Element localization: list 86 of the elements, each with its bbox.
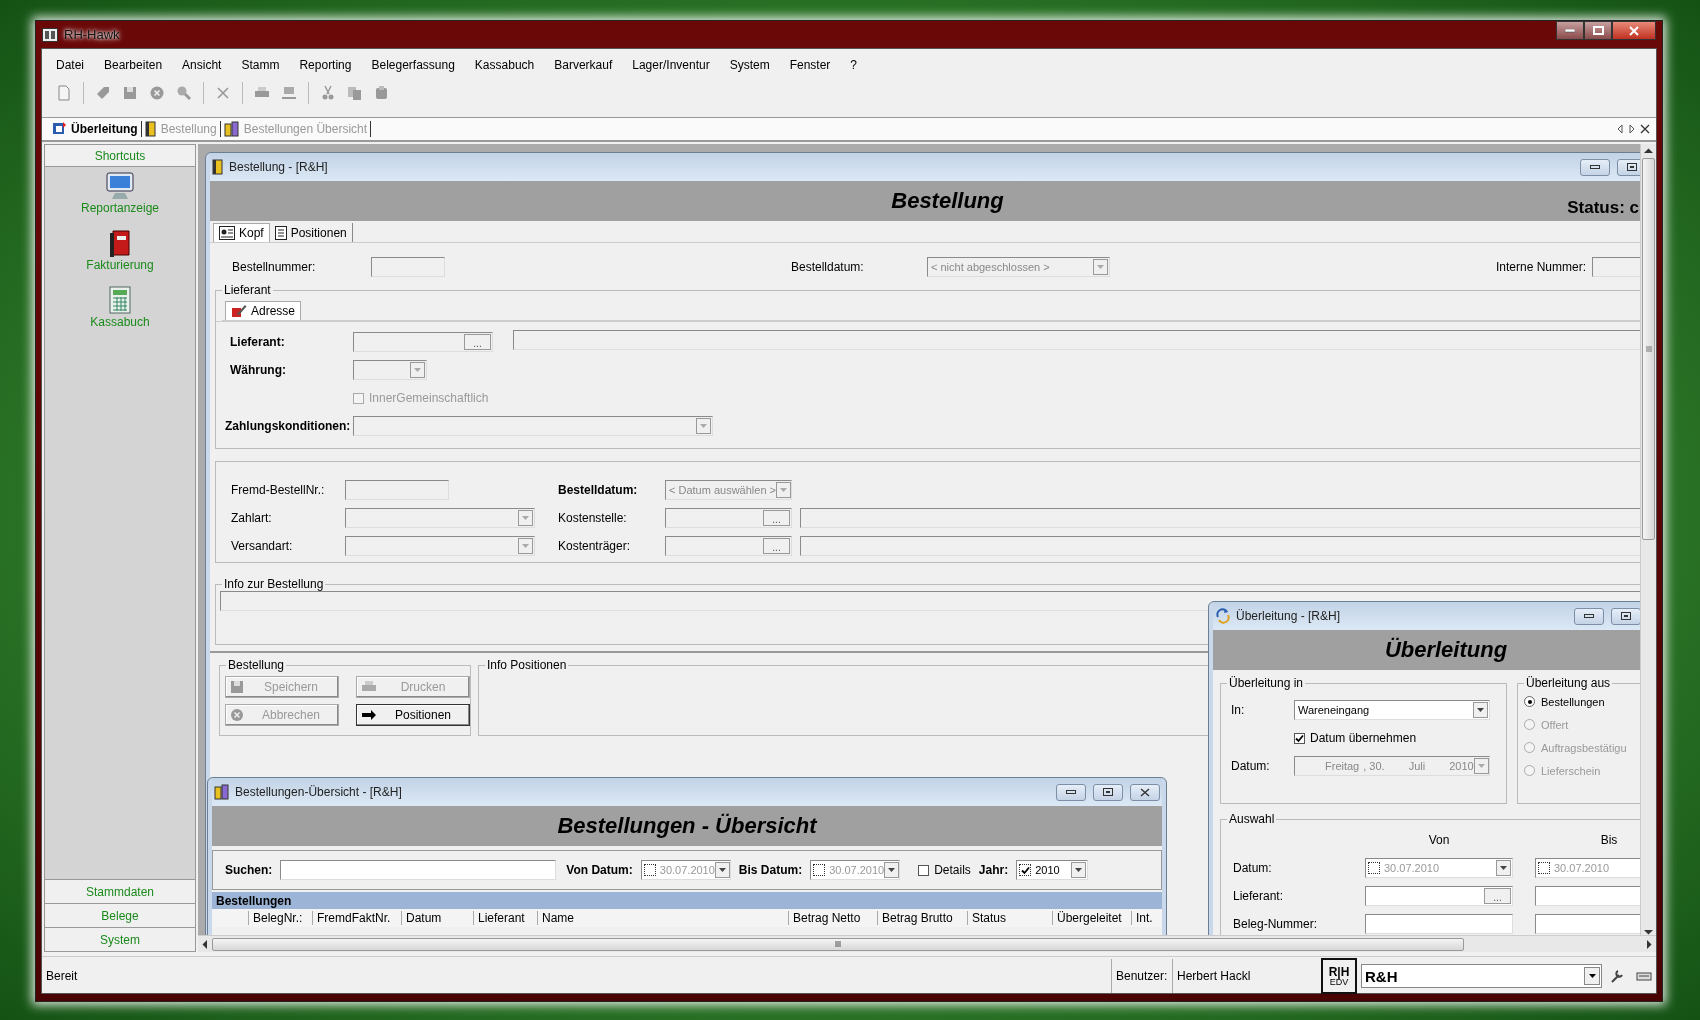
field-label: Versandart: bbox=[231, 539, 294, 553]
radio-label: Bestellungen bbox=[1541, 695, 1605, 708]
user-name: Herbert Hackl bbox=[1172, 959, 1321, 993]
field-label: Interne Nummer: bbox=[1496, 260, 1588, 274]
status-text: Status: c bbox=[1567, 198, 1640, 219]
window-title: RH-Hawk bbox=[64, 27, 120, 42]
tab[interactable]: Kopf bbox=[213, 223, 270, 242]
document-tab[interactable]: Überleitung bbox=[48, 121, 142, 137]
field-label: Bestellnummer: bbox=[232, 260, 317, 274]
field-label: Lieferant: bbox=[1233, 889, 1285, 903]
menu-item[interactable]: Barverkauf bbox=[544, 58, 623, 72]
field-label: Suchen: bbox=[225, 863, 273, 877]
column-header[interactable]: Status bbox=[967, 911, 1052, 925]
company-logo: R|H EDV bbox=[1321, 958, 1357, 994]
column-header[interactable]: Übergeleitet bbox=[1052, 911, 1131, 925]
column-header[interactable]: Int. bbox=[1131, 911, 1155, 925]
window-title: Bestellung - [R&H] bbox=[229, 160, 328, 174]
field-label: Bis Datum: bbox=[738, 863, 803, 877]
checkbox-label: Details bbox=[934, 863, 971, 877]
group-title: Bestellung bbox=[227, 658, 286, 672]
menu-item[interactable]: Fenster bbox=[779, 58, 841, 72]
user-label: Benutzer: bbox=[1111, 959, 1172, 993]
field-label: In: bbox=[1231, 703, 1246, 717]
menu-item[interactable]: Stamm bbox=[231, 58, 290, 72]
field-label: Zahlungskonditionen: bbox=[225, 419, 352, 433]
column-label: Von bbox=[1427, 833, 1451, 847]
field-label: Bestelldatum: bbox=[558, 483, 639, 497]
field-label: Fremd-BestellNr.: bbox=[231, 483, 326, 497]
field-label: Zahlart: bbox=[231, 511, 273, 525]
radio-label: Lieferschein bbox=[1541, 764, 1601, 777]
browse-button[interactable]: ... bbox=[1484, 888, 1511, 904]
sidebar-section[interactable]: System bbox=[45, 927, 195, 951]
column-header[interactable]: FremdFaktNr. bbox=[312, 911, 401, 925]
radio-label: Auftragsbestätigu bbox=[1541, 741, 1627, 754]
menu-item[interactable]: Lager/Inventur bbox=[622, 58, 720, 72]
tab[interactable]: Adresse bbox=[225, 301, 302, 320]
field-label: Datum: bbox=[1233, 861, 1273, 875]
company-dropdown[interactable]: R&H bbox=[1361, 964, 1602, 988]
form-heading: Bestellung bbox=[891, 188, 1004, 214]
checkbox-label: Datum übernehmen bbox=[1310, 731, 1417, 745]
menu-item[interactable]: Reporting bbox=[289, 58, 362, 72]
window-title: Überleitung - [R&H] bbox=[1236, 609, 1341, 623]
group-title: Überleitung aus bbox=[1525, 676, 1612, 690]
field-label: Beleg-Nummer: bbox=[1233, 917, 1319, 931]
field-label: Kostenträger: bbox=[558, 539, 632, 553]
field-label: Währung: bbox=[230, 363, 287, 377]
menu-item[interactable]: Datei bbox=[46, 58, 94, 72]
field-label: Datum: bbox=[1231, 759, 1271, 773]
field-label: Von Datum: bbox=[566, 863, 633, 877]
menu-item[interactable]: Kassabuch bbox=[464, 58, 545, 72]
column-header[interactable]: Betrag Netto bbox=[788, 911, 877, 925]
menu-item[interactable]: System bbox=[719, 58, 780, 72]
group-title: Info zur Bestellung bbox=[223, 577, 325, 591]
lookup-field[interactable]: ... bbox=[1365, 886, 1513, 906]
sidebar-header[interactable]: Shortcuts bbox=[45, 145, 195, 167]
sidebar-section[interactable]: Stammdaten bbox=[45, 879, 195, 903]
menu-item[interactable]: Bearbeiten bbox=[94, 58, 173, 72]
group-title: Auswahl bbox=[1228, 812, 1276, 826]
field-label: Kostenstelle: bbox=[558, 511, 628, 525]
menu-item[interactable]: ? bbox=[840, 58, 868, 72]
field-label: Jahr: bbox=[978, 863, 1009, 877]
column-header[interactable]: Name bbox=[537, 911, 788, 925]
menu-item[interactable]: Belegerfassung bbox=[361, 58, 465, 72]
column-header[interactable]: Datum bbox=[401, 911, 473, 925]
group-title: Lieferant bbox=[223, 283, 272, 297]
form-heading: Bestellungen - Übersicht bbox=[557, 813, 817, 839]
field-label: Bestelldatum: bbox=[791, 260, 865, 274]
radio-label: Offert bbox=[1541, 718, 1569, 731]
field-label: Lieferant: bbox=[230, 335, 286, 349]
form-heading: Überleitung bbox=[1384, 637, 1508, 663]
checkbox-label: InnerGemeinschaftlich bbox=[369, 391, 489, 405]
column-header[interactable]: Betrag Brutto bbox=[877, 911, 967, 925]
window-title: Bestellungen-Übersicht - [R&H] bbox=[235, 785, 402, 799]
group-title: Überleitung in bbox=[1228, 676, 1305, 690]
grid-title: Bestellungen bbox=[212, 892, 1162, 909]
status-text: Bereit bbox=[45, 969, 79, 983]
tab[interactable]: Positionen bbox=[269, 223, 353, 242]
sidebar-section[interactable]: Belege bbox=[45, 903, 195, 927]
menu-item[interactable]: Ansicht bbox=[172, 58, 232, 72]
group-title: Info Positionen bbox=[486, 658, 568, 672]
dropdown-field[interactable]: Wareneingang bbox=[1294, 700, 1490, 720]
action-button[interactable]: Positionen bbox=[356, 704, 470, 726]
column-label: Bis bbox=[1599, 833, 1619, 847]
column-header[interactable]: BelegNr.: bbox=[248, 911, 312, 925]
date-field[interactable]: 2010 bbox=[1016, 860, 1089, 880]
column-header[interactable]: Lieferant bbox=[473, 911, 537, 925]
